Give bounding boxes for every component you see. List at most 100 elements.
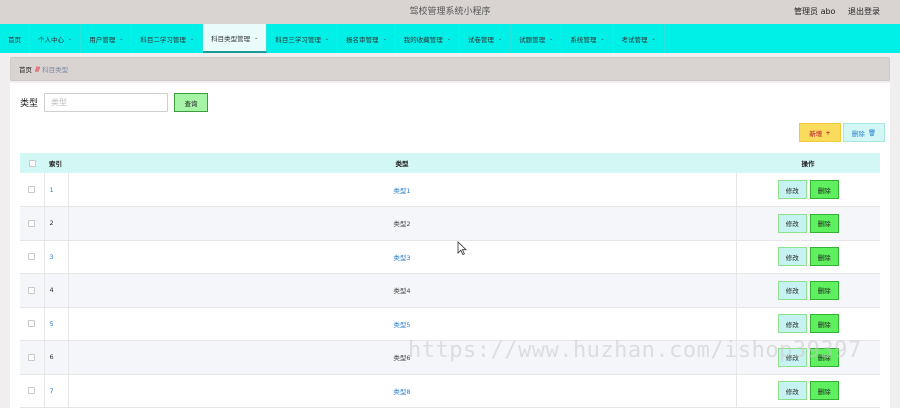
top-bar: 驾校管理系统小程序 管理员 abo 退出登录 [0,0,900,24]
row-index-cell: 6 [44,340,69,375]
nav-item-9[interactable]: 试题管理 ⌄ [511,24,563,53]
content-panel: 类型 类型 查询 新增 + 删除 🗑 索引 类型 操作 1 类型1 修改 删除 2 类型2… [10,83,890,408]
breadcrumb-separator: //// [35,65,40,73]
table-row: 2 类型2 修改 删除 [20,206,880,241]
chevron-down-icon: ⌄ [254,34,259,41]
mouse-cursor-icon [457,241,467,255]
nav-item-8[interactable]: 试卷管理 ⌄ [460,24,512,53]
nav-item-11[interactable]: 考试管理 ⌄ [614,24,665,53]
table-row: 5 类型5 修改 删除 [20,307,880,341]
nav-item-label: 我的收藏管理 [403,35,443,44]
table-row: 4 类型4 修改 删除 [20,273,880,308]
nav-item-3[interactable]: 科目二学习管理 ⌄ [132,24,204,53]
row-index-cell: 5 [44,307,69,341]
row-actions-cell: 修改 删除 [736,307,880,341]
query-button[interactable]: 查询 [174,93,209,112]
batch-delete-button[interactable]: 删除 🗑 [843,123,885,142]
delete-button[interactable]: 删除 [809,280,839,300]
nav-item-4[interactable]: 科目类型管理 ⌄ [203,24,268,53]
nav-item-5[interactable]: 科目三学习管理 ⌄ [267,24,339,53]
edit-button[interactable]: 修改 [777,213,807,233]
delete-button[interactable]: 删除 [809,247,839,267]
row-check-cell [20,240,45,274]
row-type-cell: 类型8 [68,374,737,408]
row-type: 类型2 [393,220,411,229]
row-checkbox[interactable] [28,219,36,227]
row-checkbox[interactable] [28,286,36,294]
nav-item-label: 科目三学习管理 [275,35,321,44]
column-header-index: 索引 [44,153,68,173]
nav-item-label: 系统管理 [570,35,597,44]
row-index: 3 [49,252,54,261]
nav-item-6[interactable]: 报名审管理 ⌄ [338,24,396,53]
row-type: 类型1 [393,186,411,195]
nav-item-10[interactable]: 系统管理 ⌄ [562,24,614,53]
plus-icon: + [825,128,831,137]
row-type-cell: 类型4 [68,273,737,308]
search-label: 类型 [20,99,39,109]
edit-button[interactable]: 修改 [777,314,807,334]
row-type-cell: 类型3 [68,240,737,274]
edit-button[interactable]: 修改 [777,381,807,401]
row-index: 5 [49,319,54,328]
edit-button[interactable]: 修改 [777,347,807,367]
nav-item-7[interactable]: 我的收藏管理 ⌄ [396,24,460,53]
row-checkbox[interactable] [28,186,36,193]
row-type: 类型8 [393,387,411,396]
nav-item-label: 首页 [8,35,21,44]
row-checkbox[interactable] [28,353,36,361]
app-title: 驾校管理系统小程序 [409,7,491,17]
delete-button[interactable]: 删除 [809,347,839,367]
chevron-down-icon: ⌄ [549,35,554,42]
row-actions-cell: 修改 删除 [736,273,880,308]
row-type: 类型6 [393,354,411,363]
nav-item-2[interactable]: 用户管理 ⌄ [81,24,133,53]
delete-button[interactable]: 删除 [809,180,839,199]
edit-button[interactable]: 修改 [777,247,807,267]
nav-item-label: 报名审管理 [346,35,379,44]
nav-item-label: 科目类型管理 [211,34,251,43]
column-header-type: 类型 [68,153,736,173]
chevron-down-icon: ⌄ [651,35,656,42]
row-checkbox[interactable] [28,387,36,395]
column-header-actions: 操作 [736,153,880,173]
nav-item-1[interactable]: 个人中心 ⌄ [30,24,82,53]
row-checkbox[interactable] [28,253,36,261]
row-index-cell: 2 [44,206,69,241]
table-row: 3 类型3 修改 删除 [20,240,880,274]
row-index-cell: 7 [44,374,69,408]
table-row: 7 类型8 修改 删除 [20,374,880,408]
nav-item-label: 用户管理 [89,35,116,44]
batch-delete-label: 删除 [851,129,865,138]
type-search-input[interactable]: 类型 [44,93,169,112]
row-check-cell [20,273,45,308]
nav-item-0[interactable]: 首页 [0,24,30,53]
delete-button[interactable]: 删除 [809,213,839,233]
search-bar: 类型 类型 查询 [20,93,209,112]
chevron-down-icon: ⌄ [189,35,195,42]
row-index-cell: 4 [44,273,69,308]
select-all-checkbox[interactable] [28,159,36,167]
breadcrumb-home[interactable]: 首页 [19,64,32,74]
chevron-down-icon: ⌄ [497,35,503,42]
trash-icon: 🗑 [867,128,877,137]
row-index: 4 [49,286,54,295]
row-checkbox[interactable] [28,320,36,328]
edit-button[interactable]: 修改 [777,280,807,300]
row-actions-cell: 修改 删除 [736,340,880,375]
row-type-cell: 类型5 [68,307,737,341]
row-actions-cell: 修改 删除 [736,374,880,408]
logout-link[interactable]: 退出登录 [848,7,880,16]
row-index-cell: 1 [44,173,69,207]
table-body: 1 类型1 修改 删除 2 类型2 修改 删除 3 类型3 修改 删除 4 类型4 修改 删除 5 类型5 修改 删除… [20,173,880,408]
table-actions: 新增 + 删除 🗑 [799,123,885,142]
row-check-cell [20,340,45,375]
delete-button[interactable]: 删除 [809,314,839,334]
nav-item-label: 科目二学习管理 [140,35,186,44]
row-type: 类型4 [393,287,411,296]
row-index: 2 [49,219,54,228]
delete-button[interactable]: 删除 [809,381,839,401]
row-type: 类型5 [393,320,411,329]
add-button[interactable]: 新增 + [799,123,841,142]
edit-button[interactable]: 修改 [777,180,807,199]
